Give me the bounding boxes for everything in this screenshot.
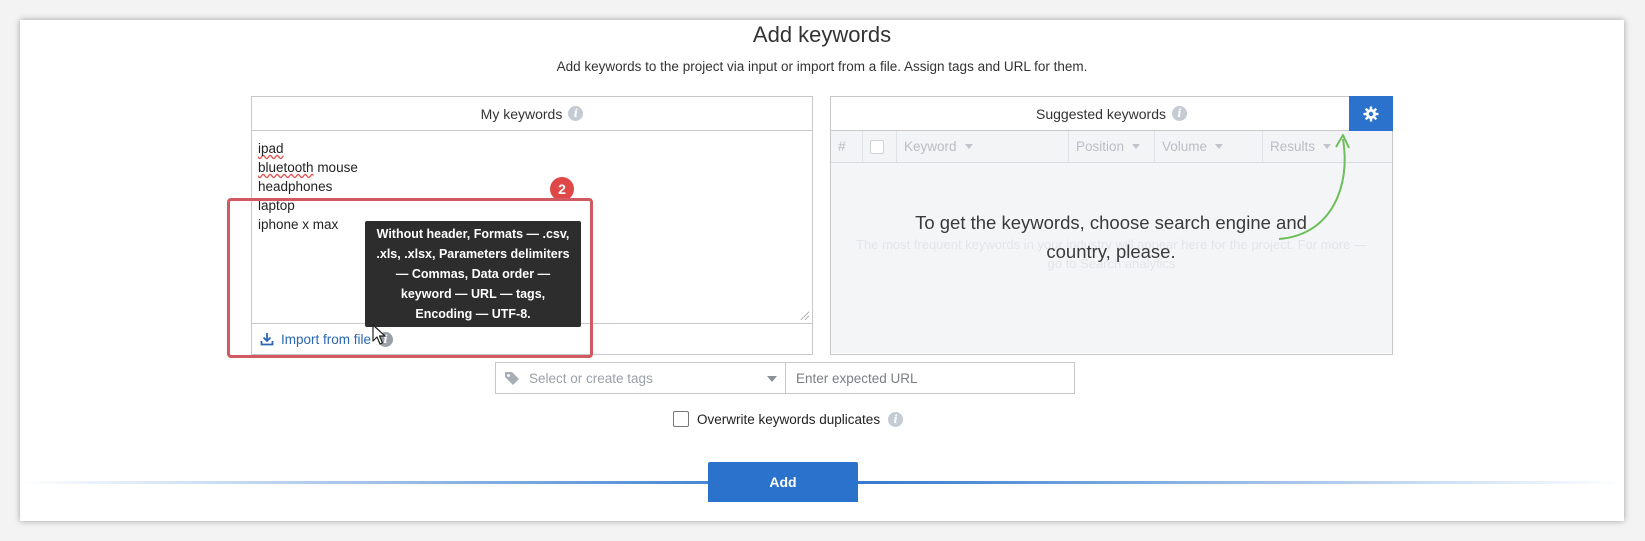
- arrow-annotation-icon: [1278, 134, 1350, 240]
- keyword-line: ipad: [258, 141, 284, 156]
- overwrite-duplicates-option[interactable]: Overwrite keywords duplicates i: [673, 411, 904, 427]
- keyword-line: laptop: [258, 198, 295, 213]
- add-button[interactable]: Add: [708, 462, 858, 502]
- info-icon[interactable]: i: [568, 106, 584, 121]
- resize-handle[interactable]: [799, 310, 809, 320]
- my-keywords-header: My keywords i: [252, 97, 812, 131]
- overwrite-duplicates-checkbox[interactable]: [673, 411, 689, 427]
- page-title: Add keywords: [752, 22, 892, 47]
- keyword-line: bluetooth mouse: [258, 160, 358, 175]
- page-subtitle: Add keywords to the project via input or…: [556, 59, 1088, 74]
- import-format-tooltip: Without header, Formats — .csv, .xls, .x…: [365, 221, 581, 327]
- download-icon: [260, 333, 274, 346]
- my-keywords-title: My keywords: [480, 105, 563, 122]
- overwrite-duplicates-label: Overwrite keywords duplicates: [697, 411, 881, 427]
- suggested-keywords-panel: Suggested keywords i # Keyword Position …: [830, 96, 1393, 355]
- tags-select[interactable]: Select or create tags: [495, 362, 785, 394]
- expected-url-input[interactable]: [785, 362, 1075, 394]
- import-from-file-link[interactable]: Import from file: [281, 332, 371, 347]
- chevron-down-icon[interactable]: [767, 376, 777, 382]
- tag-icon: [505, 371, 519, 385]
- info-icon[interactable]: i: [888, 411, 904, 427]
- import-footer: Import from file i: [252, 323, 812, 354]
- add-keywords-page: Add keywords Add keywords to the project…: [20, 20, 1624, 521]
- step-badge: 2: [550, 177, 574, 201]
- tags-placeholder: Select or create tags: [529, 370, 653, 386]
- mouse-cursor-icon: [372, 324, 386, 345]
- keyword-line: headphones: [258, 179, 333, 194]
